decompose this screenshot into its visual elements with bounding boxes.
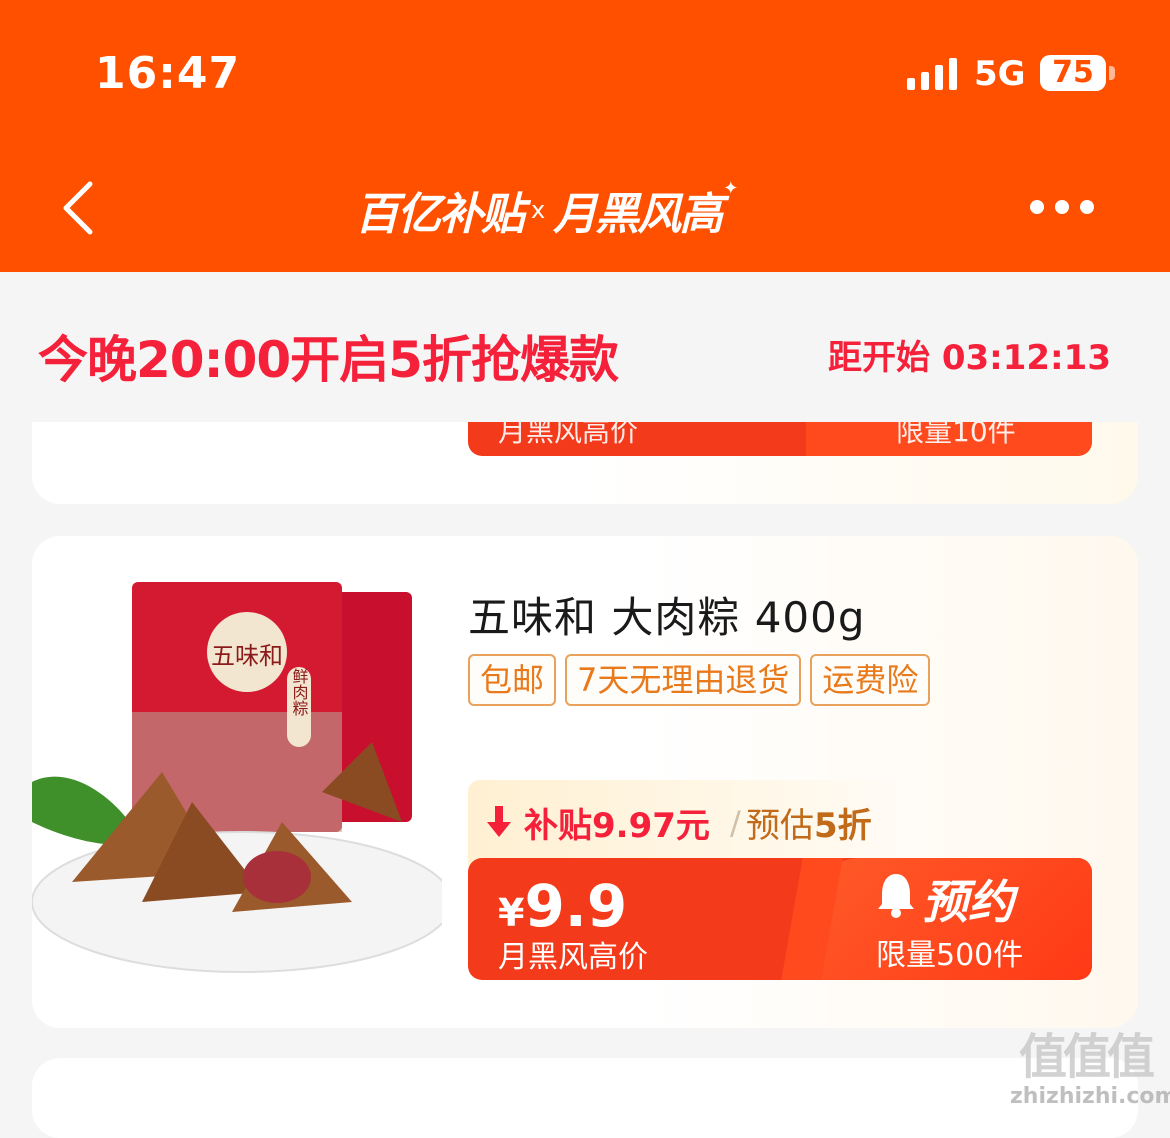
price: ¥9.9	[498, 872, 627, 940]
product-image[interactable]: 五味和 鲜肉粽	[32, 572, 442, 982]
app-header: 16:47 5G 75 百亿补贴 x 月黑风高 ✦	[0, 0, 1170, 272]
tag-free-shipping: 包邮	[468, 654, 557, 706]
nav-title-left: 百亿补贴	[355, 189, 525, 240]
site-watermark: 值值值 zhizhizhi.com	[1010, 1029, 1170, 1109]
sale-banner: 今晚20:00开启5折抢爆款 距开始 03:12:13	[0, 272, 1170, 422]
nav-title-separator: x	[531, 196, 546, 224]
signal-icon	[907, 58, 959, 90]
currency-symbol: ¥	[498, 891, 525, 935]
nav-title: 百亿补贴 x 月黑风高 ✦	[355, 177, 738, 241]
bell-icon	[878, 874, 914, 918]
more-options-icon[interactable]	[1030, 200, 1094, 216]
package-brand: 五味和	[211, 642, 283, 670]
watermark-glyphs: 值值值	[1018, 1029, 1155, 1085]
subsidy-strip: 补贴9.97元 / 预估5折	[468, 780, 914, 866]
product-title[interactable]: 五味和 大肉粽 400g	[468, 584, 866, 645]
sparkle-icon: ✦	[723, 177, 738, 199]
tag-7day-return: 7天无理由退货	[565, 654, 802, 706]
price-value: 9.9	[524, 872, 628, 940]
banner-title: 今晚20:00开启5折抢爆款	[38, 331, 619, 389]
network-label: 5G	[974, 54, 1026, 94]
price-label: 月黑风高价	[498, 940, 648, 975]
estimate-prefix: 预估	[746, 806, 814, 846]
service-tags: 包邮 7天无理由退货 运费险	[468, 654, 931, 706]
reserve-label: 预约	[922, 875, 1014, 929]
subsidy-divider: /	[730, 804, 741, 842]
package-flavor: 鲜肉粽	[290, 668, 309, 716]
countdown-timer: 距开始 03:12:13	[828, 338, 1111, 378]
estimate-discount: 预估5折	[746, 798, 872, 847]
nav-title-right: 月黑风高	[553, 189, 723, 240]
status-time: 16:47	[95, 48, 241, 99]
watermark-site: zhizhizhi.com	[1010, 1084, 1170, 1109]
product-card[interactable]: 五味和 鲜肉粽 五味和 大肉粽 400g 包邮 7天无理由退货 运费险 补贴9.…	[32, 536, 1138, 1028]
battery-icon: 75	[1040, 55, 1106, 91]
product-card-next[interactable]	[32, 1058, 1138, 1138]
tag-shipping-insurance: 运费险	[810, 654, 931, 706]
reserve-button[interactable]: 预约 限量500件	[810, 858, 1092, 980]
arrow-down-icon	[487, 806, 511, 837]
subsidy-amount: 补贴9.97元	[524, 806, 710, 846]
buy-bar[interactable]: ¥9.9 月黑风高价 预约 限量500件	[468, 858, 1092, 980]
quantity-limit: 限量500件	[876, 938, 1024, 973]
estimate-value: 5折	[814, 806, 872, 846]
battery-tip	[1109, 66, 1115, 80]
back-arrow-icon[interactable]	[60, 180, 100, 236]
